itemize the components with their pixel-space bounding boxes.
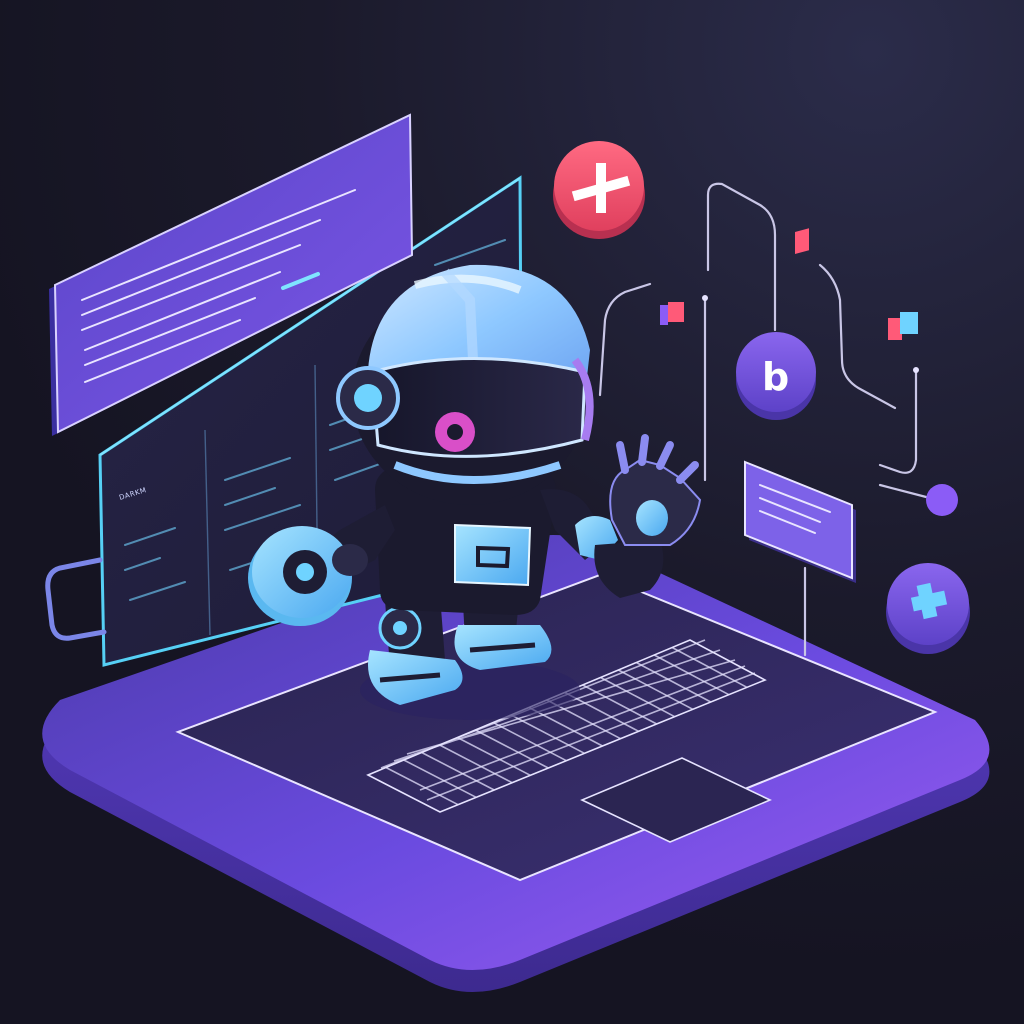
plus-badge[interactable] bbox=[553, 141, 645, 239]
connector-node bbox=[926, 484, 958, 516]
letter-b-badge[interactable]: b bbox=[736, 332, 816, 420]
illustration-canvas: DARKM b bbox=[0, 0, 1024, 1024]
wire-node bbox=[913, 367, 919, 373]
wire-node bbox=[702, 295, 708, 301]
letter-b-icon: b bbox=[762, 355, 789, 399]
cross-badge[interactable] bbox=[886, 563, 970, 654]
